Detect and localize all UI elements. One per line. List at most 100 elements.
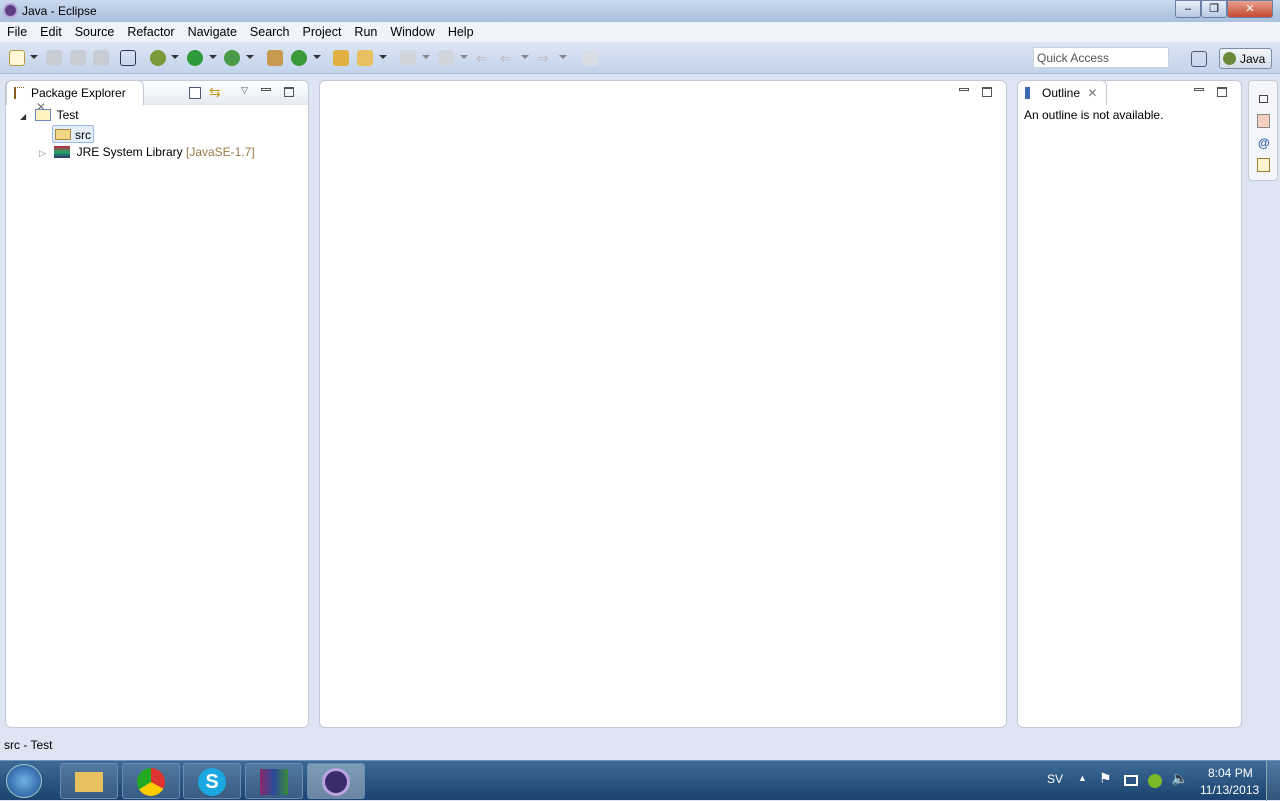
- taskbar-skype[interactable]: S: [183, 763, 241, 799]
- window-title: Java - Eclipse: [22, 4, 97, 18]
- menu-run[interactable]: Run: [354, 22, 383, 42]
- debug-icon[interactable]: [150, 50, 166, 66]
- editor-minimize-icon[interactable]: [959, 88, 969, 91]
- jre-label: JRE System Library: [76, 145, 183, 159]
- skype-tray-icon[interactable]: [1148, 774, 1162, 788]
- save-all-icon[interactable]: [70, 50, 86, 66]
- clock-time[interactable]: 8:04 PM: [1208, 766, 1253, 780]
- action-center-flag-icon[interactable]: ⚑: [1099, 770, 1112, 787]
- tree-item-jre[interactable]: ▷ JRE System Library [JavaSE-1.7]: [39, 145, 255, 161]
- new-java-class-icon[interactable]: [291, 50, 307, 66]
- tree-item-project[interactable]: ◢ Test: [20, 108, 79, 124]
- run-icon[interactable]: [187, 50, 203, 66]
- outline-maximize-icon[interactable]: [1217, 87, 1227, 97]
- taskbar-eclipse[interactable]: [307, 763, 365, 799]
- external-tools-dropdown[interactable]: [246, 55, 254, 59]
- pin-editor-icon[interactable]: [582, 50, 598, 66]
- collapse-arrow-icon[interactable]: ◢: [20, 112, 26, 121]
- skip-breakpoints-icon[interactable]: [120, 50, 136, 66]
- new-icon[interactable]: [9, 50, 25, 66]
- tab-package-explorer[interactable]: Package Explorer ✕: [6, 80, 144, 114]
- restore-window-button[interactable]: ❐: [1201, 0, 1227, 18]
- taskbar-chrome[interactable]: [122, 763, 180, 799]
- open-type-icon[interactable]: [333, 50, 349, 66]
- expand-arrow-icon[interactable]: ▷: [39, 148, 46, 158]
- java-perspective-button[interactable]: Java: [1219, 48, 1272, 69]
- menu-edit[interactable]: Edit: [40, 22, 68, 42]
- maximize-icon[interactable]: [284, 87, 294, 97]
- clock-date[interactable]: 11/13/2013: [1200, 783, 1259, 797]
- outline-minimize-icon[interactable]: [1194, 88, 1204, 91]
- menu-navigate[interactable]: Navigate: [188, 22, 243, 42]
- previous-annotation-dropdown[interactable]: [460, 55, 468, 59]
- next-annotation-dropdown[interactable]: [422, 55, 430, 59]
- tab-outline[interactable]: Outline ✕: [1017, 80, 1107, 105]
- editor-maximize-icon[interactable]: [982, 87, 992, 97]
- language-indicator[interactable]: SV: [1047, 772, 1063, 786]
- menu-search[interactable]: Search: [250, 22, 296, 42]
- outline-panel: [1017, 80, 1242, 728]
- show-desktop-button[interactable]: [1266, 761, 1280, 801]
- taskbar: S SV ▲ ⚑ 🔈 8:04 PM 11/13/2013: [0, 760, 1280, 801]
- javadoc-view-icon[interactable]: @: [1258, 136, 1270, 150]
- outline-title: Outline: [1042, 86, 1081, 100]
- package-explorer-icon: [14, 87, 24, 99]
- volume-icon[interactable]: 🔈: [1171, 770, 1188, 787]
- eclipse-icon: [3, 3, 18, 18]
- menu-window[interactable]: Window: [390, 22, 440, 42]
- source-folder-icon: [55, 129, 71, 140]
- package-explorer-panel: [5, 80, 309, 728]
- new-dropdown[interactable]: [30, 55, 38, 59]
- taskbar-winrar[interactable]: [245, 763, 303, 799]
- network-icon[interactable]: [1124, 775, 1138, 786]
- save-icon[interactable]: [46, 50, 62, 66]
- open-perspective-icon[interactable]: [1191, 51, 1207, 67]
- view-menu-icon[interactable]: ▽: [241, 85, 248, 96]
- new-class-dropdown[interactable]: [313, 55, 321, 59]
- menu-file[interactable]: File: [7, 22, 33, 42]
- title-bar: Java - Eclipse – ❐ ✕: [0, 0, 1280, 22]
- menu-refactor[interactable]: Refactor: [127, 22, 180, 42]
- outline-icon: [1025, 87, 1037, 99]
- project-label: Test: [56, 108, 79, 122]
- new-java-package-icon[interactable]: [267, 50, 283, 66]
- editor-area: [319, 80, 1007, 728]
- forward-icon[interactable]: ⇒: [537, 50, 553, 66]
- taskbar-explorer[interactable]: [60, 763, 118, 799]
- last-edit-icon[interactable]: ⇐: [476, 50, 492, 66]
- minimize-window-button[interactable]: –: [1175, 0, 1201, 18]
- run-dropdown[interactable]: [209, 55, 217, 59]
- collapse-all-icon[interactable]: [189, 87, 201, 99]
- minimize-icon[interactable]: [261, 88, 271, 91]
- java-perspective-label: Java: [1240, 52, 1266, 66]
- menu-project[interactable]: Project: [303, 22, 348, 42]
- close-outline-tab-icon[interactable]: ✕: [1087, 86, 1097, 100]
- previous-annotation-icon[interactable]: [438, 50, 454, 66]
- minimized-views-trim: @: [1248, 80, 1278, 181]
- declaration-view-icon[interactable]: [1257, 158, 1270, 172]
- library-icon: [54, 146, 71, 158]
- package-explorer-title: Package Explorer: [31, 86, 126, 100]
- start-button[interactable]: [6, 764, 42, 798]
- debug-dropdown[interactable]: [171, 55, 179, 59]
- print-icon[interactable]: [93, 50, 109, 66]
- back-dropdown[interactable]: [521, 55, 529, 59]
- search-icon[interactable]: [357, 50, 373, 66]
- link-with-editor-icon[interactable]: ⇆: [209, 84, 221, 101]
- close-window-button[interactable]: ✕: [1227, 0, 1273, 18]
- menu-help[interactable]: Help: [448, 22, 480, 42]
- back-icon[interactable]: ⇐: [500, 50, 516, 66]
- next-annotation-icon[interactable]: [400, 50, 416, 66]
- show-hidden-icons[interactable]: ▲: [1078, 773, 1087, 783]
- java-perspective-icon: [1223, 52, 1236, 65]
- external-tools-icon[interactable]: [224, 50, 240, 66]
- java-project-icon: [34, 109, 51, 121]
- search-dropdown[interactable]: [379, 55, 387, 59]
- quick-access-input[interactable]: Quick Access: [1033, 47, 1169, 68]
- tree-item-src[interactable]: src: [52, 125, 94, 143]
- forward-dropdown[interactable]: [559, 55, 567, 59]
- problems-view-icon[interactable]: [1257, 114, 1270, 128]
- restore-icon[interactable]: [1259, 95, 1268, 103]
- menu-source[interactable]: Source: [75, 22, 121, 42]
- jre-version: [JavaSE-1.7]: [185, 145, 255, 159]
